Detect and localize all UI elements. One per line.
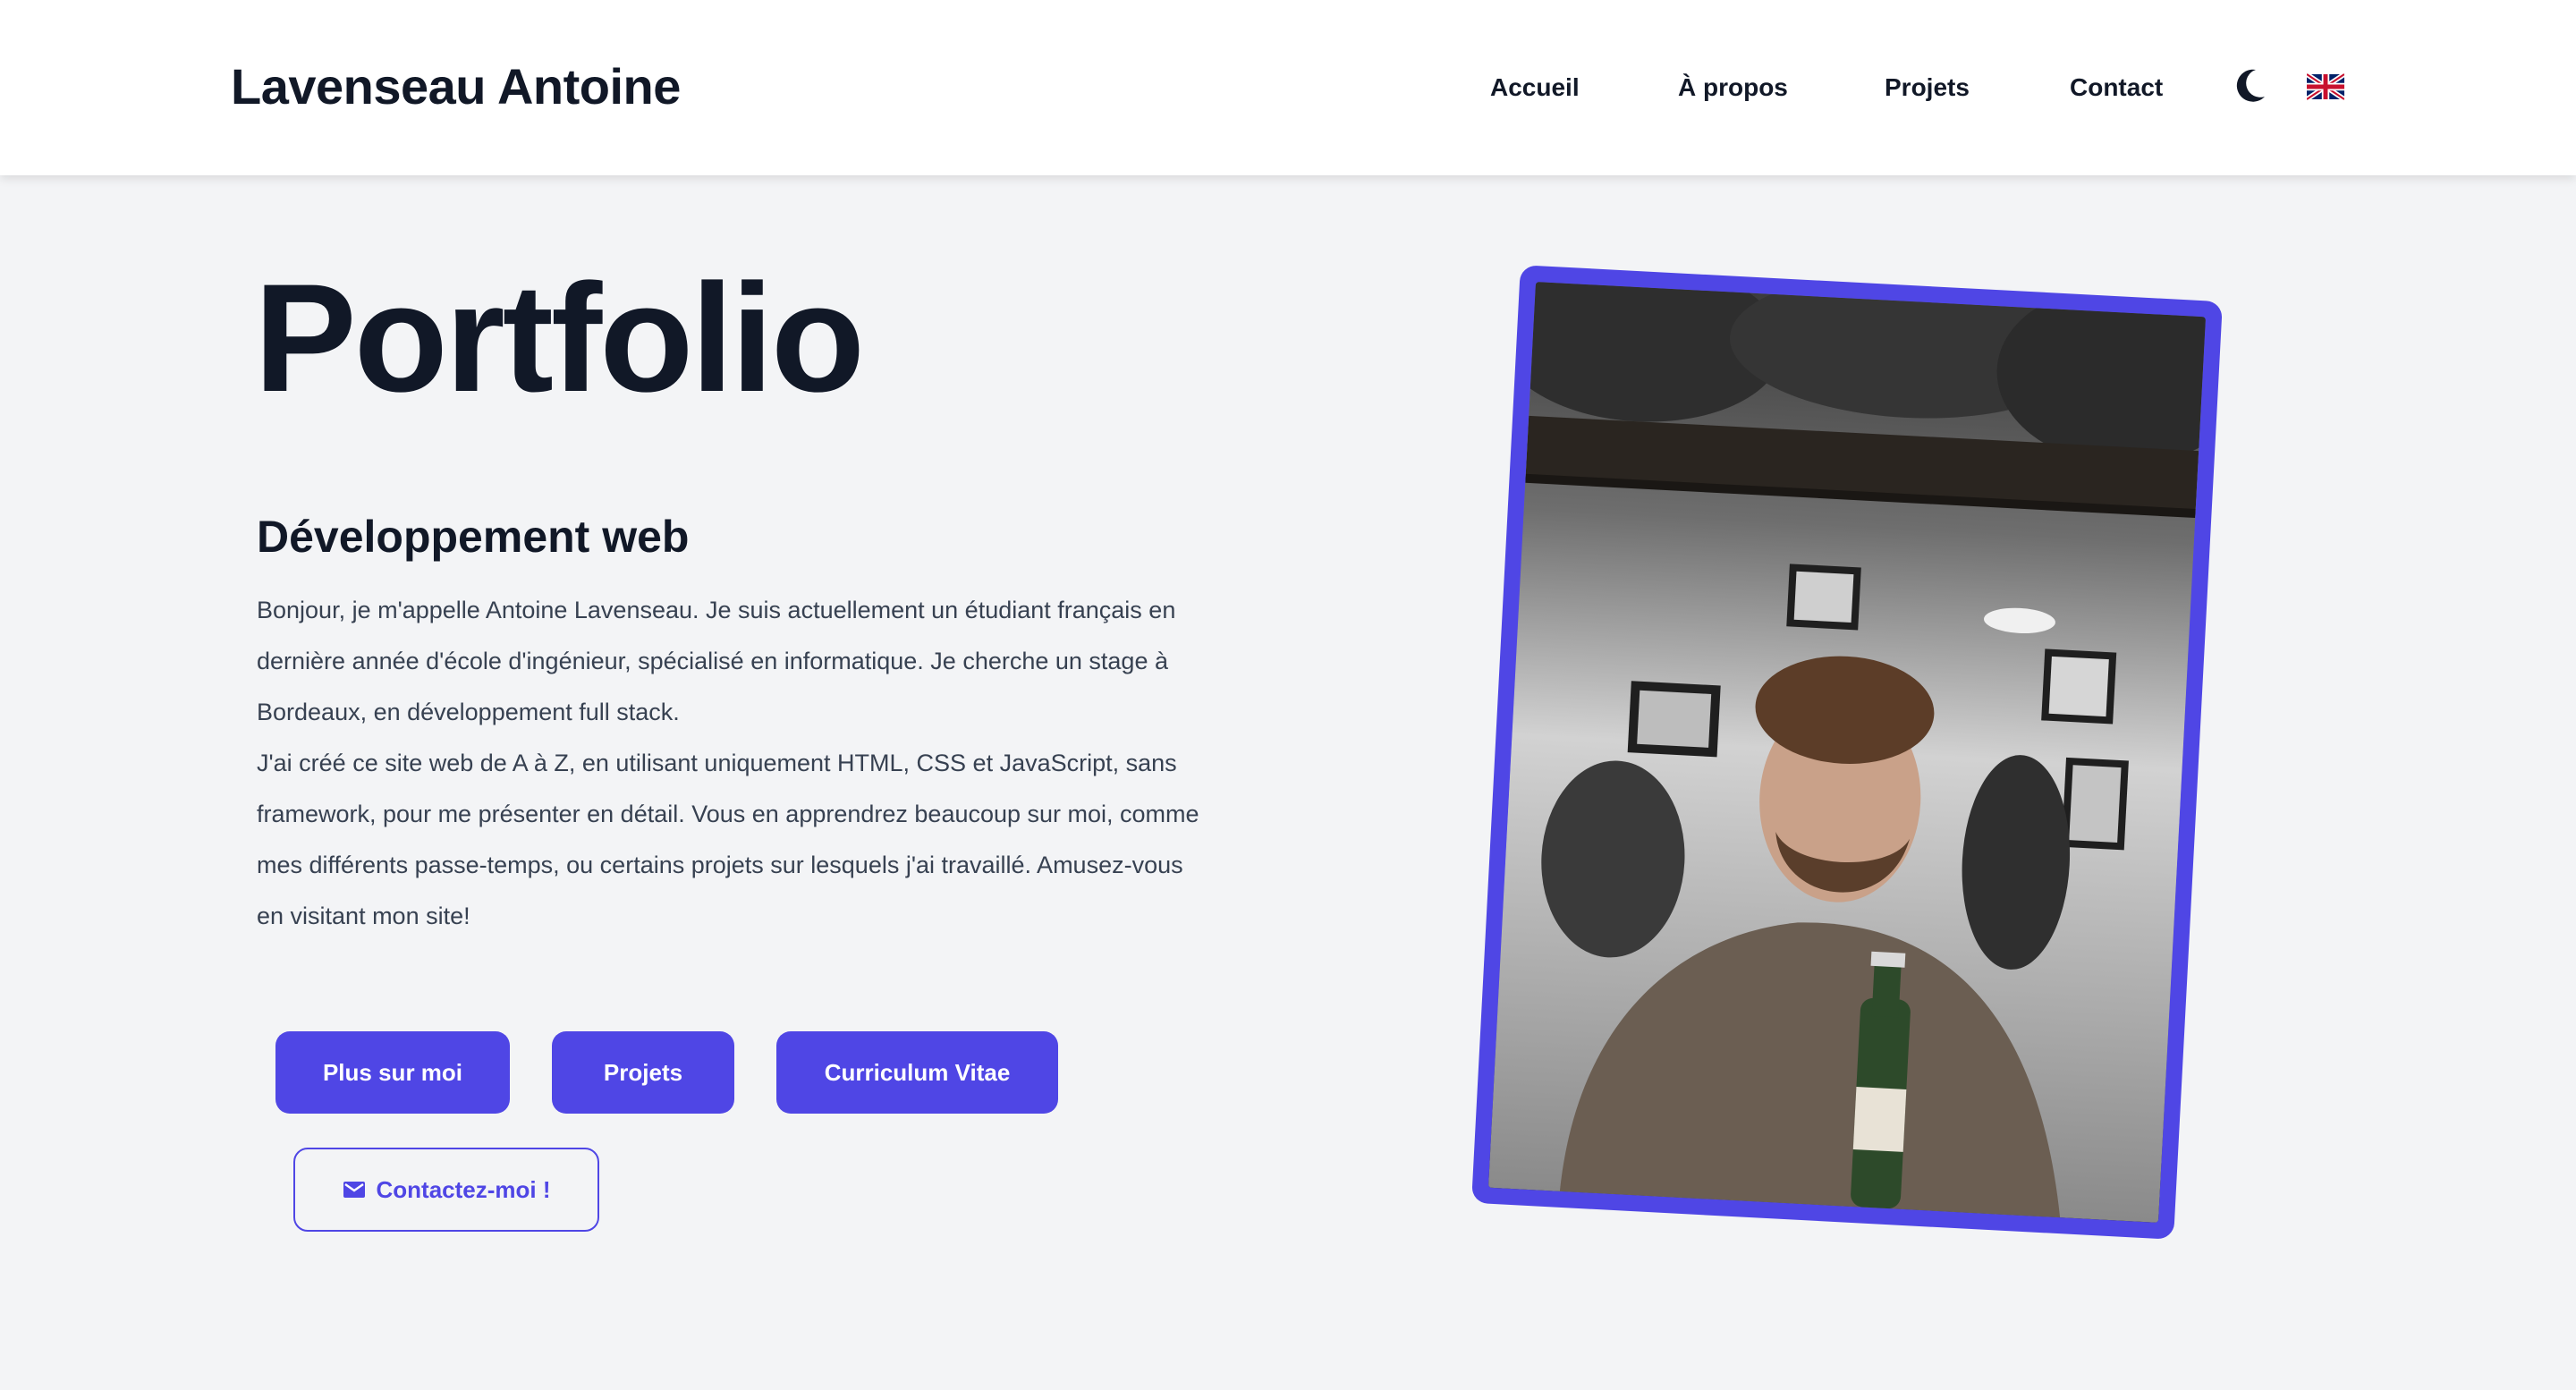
site-header: Lavenseau Antoine Accueil À propos Proje…: [0, 0, 2576, 175]
more-about-me-button[interactable]: Plus sur moi: [275, 1031, 510, 1114]
nav-item-accueil[interactable]: Accueil: [1490, 70, 1580, 106]
profile-photo: [1487, 282, 2207, 1223]
intro-paragraph-2: J'ai créé ce site web de A à Z, en utili…: [257, 750, 1199, 929]
site-brand[interactable]: Lavenseau Antoine: [231, 57, 681, 116]
intro-text: Bonjour, je m'appelle Antoine Lavenseau.…: [257, 585, 1205, 942]
contact-me-button[interactable]: Contactez-moi !: [293, 1148, 599, 1232]
photo-frame: [1471, 265, 2223, 1240]
nav-item-a-propos[interactable]: À propos: [1678, 70, 1788, 106]
hero-subtitle: Développement web: [257, 512, 690, 562]
projects-button[interactable]: Projets: [552, 1031, 734, 1114]
intro-paragraph-1: Bonjour, je m'appelle Antoine Lavenseau.…: [257, 597, 1176, 725]
mail-icon: [343, 1180, 366, 1199]
contact-button-label: Contactez-moi !: [376, 1175, 551, 1203]
cv-button[interactable]: Curriculum Vitae: [776, 1031, 1058, 1114]
nav-item-projets[interactable]: Projets: [1885, 70, 1970, 106]
page-title: Portfolio: [254, 252, 865, 424]
uk-flag-icon[interactable]: [2305, 72, 2346, 102]
nav-item-contact[interactable]: Contact: [2070, 70, 2163, 106]
moon-icon[interactable]: [2233, 66, 2268, 106]
